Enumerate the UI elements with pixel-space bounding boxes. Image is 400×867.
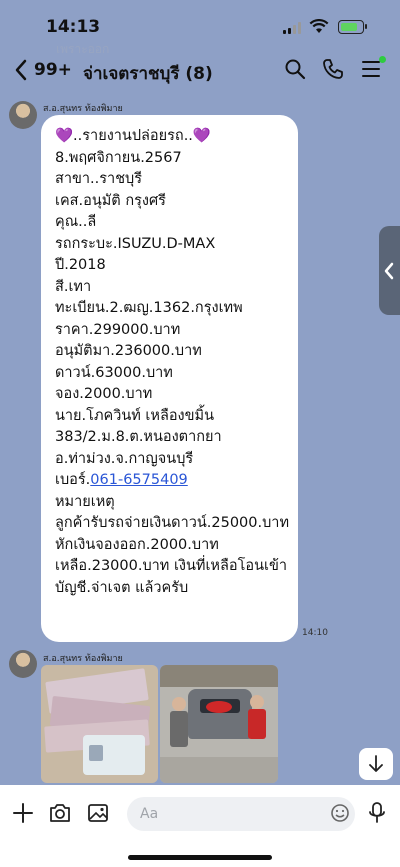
back-button[interactable] [14, 59, 28, 81]
message-line: หมายเหตุ [55, 493, 115, 510]
message-line: คุณ..ลี [55, 214, 97, 230]
message-line: เคส.อนุมัติ กรุงศรี [55, 192, 166, 209]
microphone-icon[interactable] [367, 801, 387, 825]
gallery-icon[interactable] [87, 802, 109, 824]
message-input[interactable] [127, 797, 355, 831]
plus-icon[interactable] [12, 802, 34, 824]
message-line: รถกระบะ.ISUZU.D-MAX [55, 235, 216, 252]
signal-icon [283, 22, 305, 34]
message-line: ดาวน์.63000.บาท [55, 364, 173, 381]
unread-count[interactable]: 99+ [34, 60, 72, 80]
scroll-to-bottom-button[interactable] [359, 748, 393, 780]
chat-header: 99+ จ่าเจตราชบุรี (8) [0, 46, 400, 94]
wifi-icon [309, 19, 329, 34]
message-input-placeholder: Aa [140, 806, 159, 822]
phone-link[interactable]: 061-6575409 [90, 472, 188, 488]
message-timestamp: 14:10 [302, 628, 328, 638]
search-icon[interactable] [284, 58, 306, 80]
home-indicator [128, 855, 272, 860]
sender-name: ส.อ.สุนทร ท้องพิมาย [43, 104, 123, 114]
car-delivery-photo[interactable] [160, 665, 278, 783]
message-line: จอง.2000.บาท [55, 386, 153, 402]
battery-icon [338, 20, 364, 34]
message-line: สาขา..ราชบุรี [55, 171, 143, 187]
message-line: บัญชี.จ่าเจต แล้วครับ [55, 579, 189, 596]
message-line: อนุมัติมา.236000.บาท [55, 343, 202, 359]
avatar[interactable] [9, 650, 37, 678]
notification-dot [379, 56, 386, 63]
emoji-icon[interactable] [330, 803, 350, 823]
message-line: ทะเบียน.2.ฒญ.1362.กรุงเทพ [55, 300, 243, 316]
phone-prefix: เบอร์. [55, 472, 91, 488]
status-time: 14:13 [46, 17, 101, 37]
camera-icon[interactable] [48, 802, 72, 824]
message-line: เหลือ.23000.บาท เงินที่เหลือโอนเข้า [55, 558, 287, 574]
message-line: 8.พฤศจิกายน.2567 [55, 149, 182, 166]
avatar[interactable] [9, 101, 37, 129]
message-bubble[interactable]: 💜..รายงานปล่อยรถ..💜 8.พฤศจิกายน.2567 สาข… [41, 115, 298, 642]
phone-call-icon[interactable] [322, 58, 344, 80]
message-line: อ.ท่าม่วง.จ.กาญจนบุรี [55, 450, 194, 467]
message-line: ลูกค้ารับรถจ่ายเงินดาวน์.25000.บาท [55, 515, 290, 531]
message-line: ปี.2018 [55, 257, 106, 273]
message-line: หักเงินจองออก.2000.บาท [55, 536, 219, 553]
message-line: ราคา.299000.บาท [55, 321, 181, 338]
side-panel-handle[interactable] [379, 226, 400, 315]
message-line: 383/2.ม.8.ต.หนองตากยา [55, 429, 222, 445]
message-line: นาย.โภควินท์ เหลืองขมิ้น [55, 407, 214, 424]
sender-name: ส.อ.สุนทร ท้องพิมาย [43, 654, 123, 664]
chat-title: จ่าเจตราชบุรี (8) [83, 64, 213, 84]
phone-line: เบอร์.061-6575409 [55, 468, 188, 491]
battery-level [341, 23, 357, 31]
message-line: สี.เทา [55, 278, 92, 295]
message-line: 💜..รายงานปล่อยรถ..💜 [55, 128, 211, 144]
cash-and-id-photo[interactable] [41, 665, 158, 783]
